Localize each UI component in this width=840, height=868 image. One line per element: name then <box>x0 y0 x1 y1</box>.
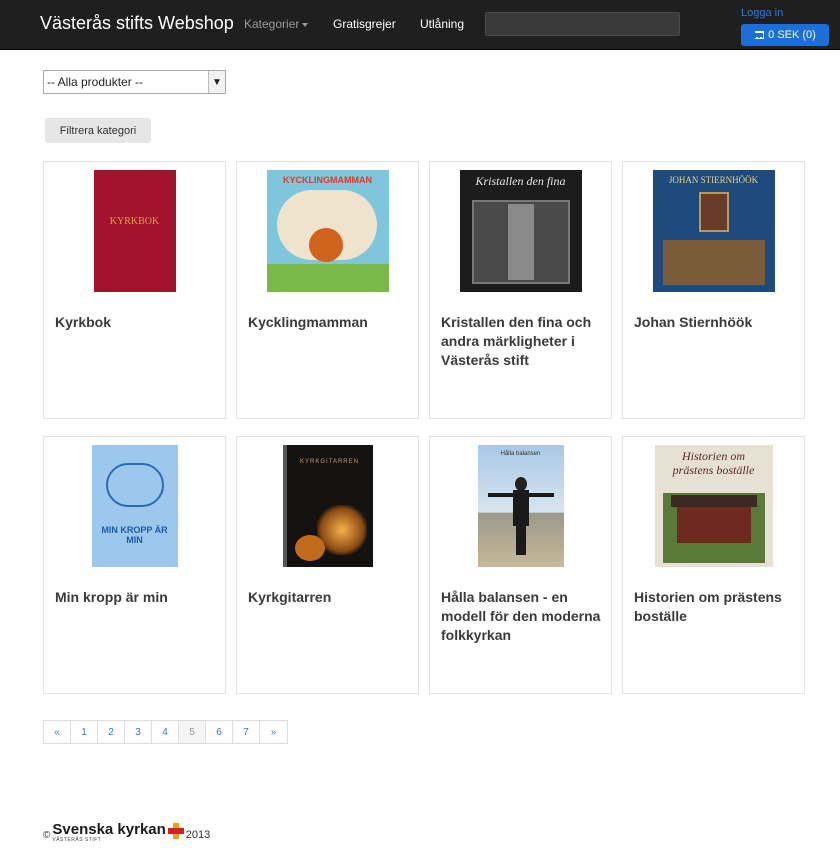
product-title[interactable]: Hålla balansen - en modell för den moder… <box>441 588 601 645</box>
product-title[interactable]: Kyrkgitarren <box>248 588 408 607</box>
category-select-value: -- Alla produkter -- <box>47 75 144 89</box>
cover-title: KYCKLINGMAMMAN <box>283 175 372 185</box>
login-link[interactable]: Logga in <box>741 7 783 19</box>
product-image: Kristallen den fina <box>459 170 582 292</box>
product-card[interactable]: KYRKBOK Kyrkbok <box>43 161 226 419</box>
search-input[interactable] <box>485 12 680 36</box>
page-3[interactable]: 3 <box>125 721 152 743</box>
product-title[interactable]: Kristallen den fina och andra märklighet… <box>441 313 601 370</box>
product-card[interactable]: Historien om prästens boställe Historien… <box>622 436 805 694</box>
cover-title: KYRKBOK <box>109 216 160 227</box>
page-4[interactable]: 4 <box>152 721 179 743</box>
product-card[interactable]: Hålla balansen Hålla balansen - en model… <box>429 436 612 694</box>
product-card[interactable]: KYRKGITARREN Kyrkgitarren <box>236 436 419 694</box>
product-image: KYRKBOK <box>93 170 176 292</box>
caret-down-icon <box>302 22 309 27</box>
footer-year: 2013 <box>185 829 211 841</box>
nav-gratisgrejer[interactable]: Gratisgrejer <box>333 17 396 31</box>
cover-title: Kristallen den fina <box>475 174 566 188</box>
page-prev[interactable]: « <box>44 721 71 743</box>
page-6[interactable]: 6 <box>206 721 233 743</box>
nav-categories-label: Kategorier <box>244 17 300 31</box>
product-image: Historien om prästens boställe <box>654 445 773 567</box>
cover-title: MIN KROPP ÄR MIN <box>101 525 168 545</box>
top-navbar: Västerås stifts Webshop Kategorier Grati… <box>0 0 840 50</box>
chevron-down-icon: ▼ <box>208 71 225 93</box>
product-image: KYRKGITARREN <box>282 445 373 567</box>
product-title[interactable]: Min kropp är min <box>55 588 215 607</box>
product-title[interactable]: Kycklingmamman <box>248 313 408 332</box>
product-card[interactable]: JOHAN STIERNHÖÖK Johan Stiernhöök <box>622 161 805 419</box>
cart-icon <box>754 31 765 39</box>
cover-title: KYRKGITARREN <box>300 459 359 465</box>
site-brand[interactable]: Västerås stifts Webshop <box>40 13 234 34</box>
product-card[interactable]: MIN KROPP ÄR MIN Min kropp är min <box>43 436 226 694</box>
product-title[interactable]: Historien om prästens boställe <box>634 588 794 626</box>
logo-text: Svenska kyrkan <box>52 821 166 838</box>
product-image: MIN KROPP ÄR MIN <box>91 445 178 567</box>
copyright-symbol: © <box>43 830 51 841</box>
category-select[interactable]: -- Alla produkter -- ▼ <box>43 70 226 94</box>
cover-title: Historien om prästens boställe <box>672 449 755 477</box>
product-title[interactable]: Kyrkbok <box>55 313 215 332</box>
cart-label: 0 SEK (0) <box>768 29 816 41</box>
product-image: KYCKLINGMAMMAN <box>266 170 389 292</box>
page-7[interactable]: 7 <box>233 721 260 743</box>
filter-category-button[interactable]: Filtrera kategori <box>45 118 151 143</box>
logo: Svenska kyrkan VÄSTERÅS STIFT <box>52 822 165 843</box>
cart-button[interactable]: 0 SEK (0) <box>741 24 829 46</box>
page-next[interactable]: » <box>260 721 287 743</box>
product-image: JOHAN STIERNHÖÖK <box>652 170 775 292</box>
product-image: Hålla balansen <box>477 445 564 567</box>
product-card[interactable]: Kristallen den fina Kristallen den fina … <box>429 161 612 419</box>
nav-categories[interactable]: Kategorier <box>244 17 309 31</box>
page-2[interactable]: 2 <box>98 721 125 743</box>
page-1[interactable]: 1 <box>71 721 98 743</box>
product-title[interactable]: Johan Stiernhöök <box>634 313 794 332</box>
pagination: « 1 2 3 4 5 6 7 » <box>43 720 288 744</box>
product-card[interactable]: KYCKLINGMAMMAN Kycklingmamman <box>236 161 419 419</box>
cover-title: Hålla balansen <box>500 451 541 457</box>
cover-title: JOHAN STIERNHÖÖK <box>668 175 759 185</box>
page-5-active: 5 <box>179 721 206 743</box>
nav-utlaning[interactable]: Utlåning <box>420 17 464 31</box>
cross-icon <box>167 823 184 839</box>
footer: © Svenska kyrkan VÄSTERÅS STIFT 2013 <box>43 822 210 843</box>
